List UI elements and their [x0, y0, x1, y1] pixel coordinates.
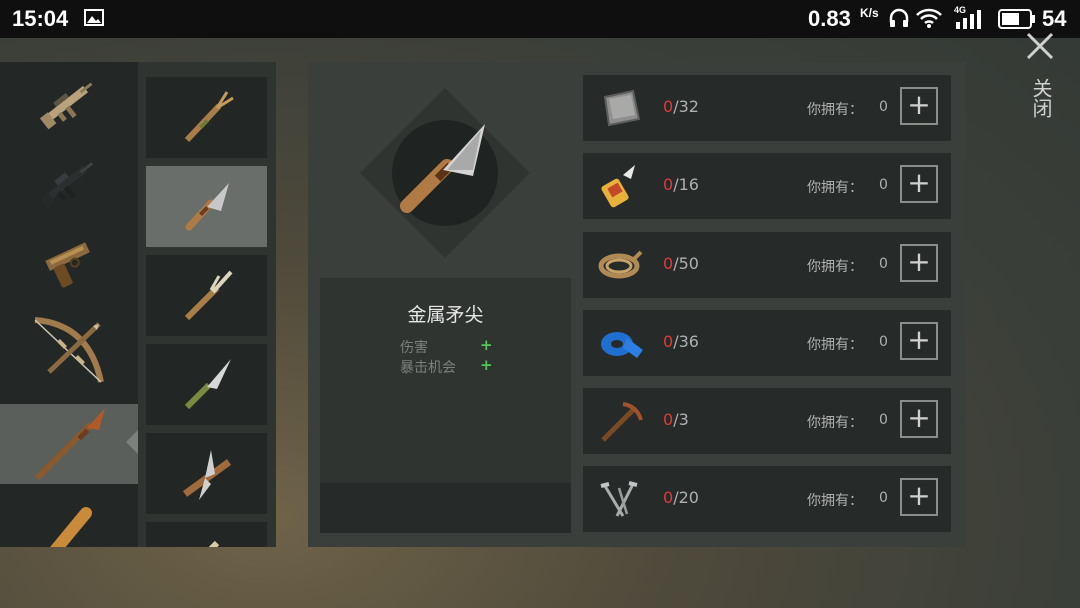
requirement-row-pickaxe: 0/3 你拥有： 0 +	[583, 388, 951, 454]
tape-icon	[601, 332, 643, 358]
owned-value: 0	[879, 412, 888, 428]
owned-label: 你拥有：	[807, 493, 863, 509]
owned-value: 0	[879, 256, 888, 272]
spear-tip-list	[138, 62, 276, 547]
sub-item-bone-spear-tip[interactable]	[146, 255, 267, 336]
m16-rifle-icon	[39, 161, 94, 209]
requirement-count: 0/16	[663, 175, 699, 194]
metal-spear-tip-preview-icon	[400, 124, 485, 213]
status-time: 15:04	[12, 6, 69, 31]
add-metal-plate-button[interactable]: +	[900, 87, 938, 125]
glue-icon	[601, 165, 635, 208]
category-crossbow[interactable]	[0, 302, 138, 402]
sub-item-wooden-spear-tip[interactable]	[146, 77, 267, 158]
stat-damage-plus: +	[480, 336, 493, 354]
requirement-count: 0/3	[663, 410, 689, 429]
add-tape-button[interactable]: +	[900, 322, 938, 360]
category-pistol[interactable]	[0, 222, 138, 302]
rope-icon	[598, 250, 643, 279]
item-info-footer	[320, 483, 571, 533]
blade-spear-tip-icon	[182, 449, 231, 500]
gallery-icon	[84, 9, 104, 26]
item-preview	[360, 88, 530, 258]
category-spear[interactable]	[0, 404, 138, 484]
add-nails-button[interactable]: +	[900, 478, 938, 516]
crossbow-icon	[34, 317, 104, 383]
battery-icon	[998, 9, 1035, 29]
requirement-row-nails: 0/20 你拥有： 0 +	[583, 466, 951, 532]
sub-item-blade-spear-tip[interactable]	[146, 433, 267, 514]
owned-label: 你拥有：	[807, 337, 863, 353]
selected-category-pointer	[126, 430, 138, 454]
add-rope-button[interactable]: +	[900, 244, 938, 282]
spear-tip-icon	[207, 540, 219, 547]
requirement-count: 0/20	[663, 488, 699, 507]
category-list	[0, 62, 138, 547]
add-glue-button[interactable]: +	[900, 165, 938, 203]
sub-item-metal-spear-tip[interactable]	[146, 166, 267, 247]
assault-rifle-icon	[39, 82, 93, 130]
requirement-count: 0/32	[663, 97, 699, 116]
requirement-row-glue: 0/16 你拥有： 0 +	[583, 153, 951, 219]
signal-icon	[956, 10, 981, 29]
requirement-row-tape: 0/36 你拥有： 0 +	[583, 310, 951, 376]
requirement-row-rope: 0/50 你拥有： 0 +	[583, 232, 951, 298]
close-button-label[interactable]: 关闭	[1029, 78, 1053, 118]
network-speed-unit: K/s	[860, 6, 879, 20]
spear-icon	[34, 408, 105, 481]
requirement-count: 0/50	[663, 254, 699, 273]
headphones-icon	[889, 8, 909, 27]
owned-label: 你拥有：	[807, 415, 863, 431]
category-assault-rifle[interactable]	[0, 62, 138, 142]
owned-value: 0	[879, 334, 888, 350]
metal-spear-tip-icon	[185, 182, 229, 230]
owned-label: 你拥有：	[807, 259, 863, 275]
pickaxe-icon	[601, 402, 643, 442]
pistol-icon	[45, 242, 90, 288]
owned-value: 0	[879, 177, 888, 193]
wifi-icon	[916, 8, 942, 28]
stat-crit-plus: +	[480, 356, 493, 374]
category-m16-rifle[interactable]	[0, 142, 138, 222]
battery-level: 54	[1042, 6, 1067, 31]
add-pickaxe-button[interactable]: +	[900, 400, 938, 438]
bat-icon	[50, 507, 92, 547]
stat-label-damage: 伤害	[400, 340, 428, 356]
network-speed: 0.83	[808, 6, 851, 31]
owned-label: 你拥有：	[807, 180, 863, 196]
category-bat[interactable]	[0, 484, 138, 547]
requirement-count: 0/36	[663, 332, 699, 351]
owned-value: 0	[879, 490, 888, 506]
status-bar: 15:04 0.83 K/s 4G 54	[0, 0, 1080, 38]
wooden-spear-tip-icon	[184, 90, 234, 142]
bone-spear-tip-icon	[184, 270, 232, 320]
stat-label-crit: 暴击机会	[400, 360, 456, 376]
sub-item-knife-spear-tip[interactable]	[146, 344, 267, 425]
nails-icon	[600, 481, 638, 517]
item-name: 金属矛尖	[407, 304, 484, 326]
owned-value: 0	[879, 99, 888, 115]
metal-plate-icon	[603, 89, 641, 127]
sub-item-spear-tip[interactable]	[146, 522, 267, 547]
close-icon[interactable]	[1024, 30, 1056, 62]
requirement-row-metal-plate: 0/32 你拥有： 0 +	[583, 75, 951, 141]
owned-label: 你拥有：	[807, 102, 863, 118]
knife-spear-tip-icon	[184, 358, 231, 409]
